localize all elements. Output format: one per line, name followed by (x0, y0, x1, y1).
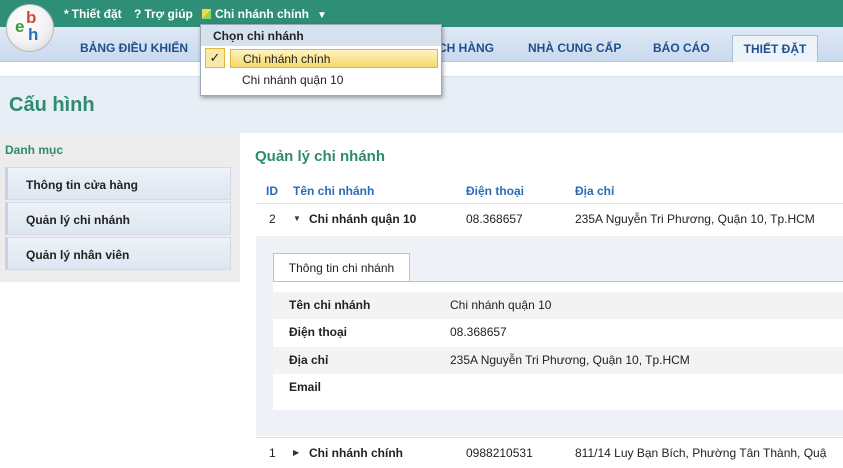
sidebar-item-staff[interactable]: Quản lý nhân viên (5, 237, 231, 270)
column-name[interactable]: Tên chi nhánh (293, 184, 374, 198)
sidebar-heading: Danh mục (5, 143, 64, 157)
detail-panel: Tên chi nhánh Chi nhánh quận 10 Điện tho… (273, 281, 843, 410)
detail-row: Địa chỉ 235A Nguyễn Tri Phương, Quận 10,… (273, 347, 843, 374)
detail-value: 08.368657 (450, 325, 507, 339)
sidebar-item-label: Quản lý nhân viên (26, 248, 130, 262)
row-id: 2 (269, 212, 276, 226)
detail-row: Điện thoại 08.368657 (273, 319, 843, 346)
help-link-label: Trợ giúp (144, 7, 193, 21)
page-title: Cấu hình (9, 94, 95, 116)
detail-value: Chi nhánh quận 10 (450, 298, 552, 312)
branch-dropdown: Chọn chi nhánh ✓ Chi nhánh chính Chi nhá… (200, 24, 442, 96)
sidebar-item-branches[interactable]: Quản lý chi nhánh (5, 202, 231, 235)
dropdown-option-district-10[interactable]: Chi nhánh quận 10 (242, 73, 343, 87)
top-bar: * Thiết đặt ? Trợ giúp Chi nhánh chính ▼ (0, 0, 843, 27)
branch-selector-label: Chi nhánh chính (215, 7, 309, 21)
branch-selector[interactable]: Chi nhánh chính ▼ (202, 7, 327, 21)
nav-reports[interactable]: BÁO CÁO (653, 41, 710, 55)
dropdown-heading: Chọn chi nhánh (213, 29, 304, 43)
expand-arrow-icon[interactable]: ▶ (293, 448, 299, 457)
dropdown-option-label: Chi nhánh chính (243, 52, 331, 66)
column-id[interactable]: ID (266, 184, 278, 198)
nav-suppliers[interactable]: NHÀ CUNG CẤP (528, 41, 621, 55)
branch-flag-icon (202, 9, 211, 19)
row-address: 811/14 Luy Bạn Bích, Phường Tân Thành, Q… (575, 446, 827, 460)
row-phone: 08.368657 (466, 212, 523, 226)
app-logo[interactable]: e b h (6, 4, 54, 52)
nav-settings[interactable]: THIẾT ĐẶT (732, 35, 818, 62)
chevron-down-icon: ▼ (317, 10, 327, 21)
collapse-arrow-icon[interactable]: ▼ (293, 214, 301, 223)
settings-link[interactable]: * Thiết đặt (64, 7, 122, 21)
detail-value: 235A Nguyễn Tri Phương, Quận 10, Tp.HCM (450, 353, 690, 367)
help-icon: ? (134, 7, 142, 21)
sidebar-item-label: Thông tin cửa hàng (26, 178, 139, 192)
nav-dashboard[interactable]: BẢNG ĐIỀU KHIỂN (80, 41, 188, 55)
table-row[interactable]: 2 ▼ Chi nhánh quận 10 08.368657 235A Ngu… (256, 204, 843, 237)
logo-letter-h: h (28, 25, 39, 44)
row-name: Chi nhánh quận 10 (309, 212, 417, 226)
settings-link-label: Thiết đặt (71, 7, 122, 21)
nav-customers[interactable]: CH HÀNG (438, 41, 494, 55)
star-icon: * (64, 7, 69, 21)
detail-row: Email (273, 374, 843, 401)
column-address[interactable]: Địa chỉ (575, 184, 614, 198)
logo-letter-b: b (26, 8, 37, 27)
row-detail: Thông tin chi nhánh Tên chi nhánh Chi nh… (256, 236, 843, 436)
sidebar-item-store-info[interactable]: Thông tin cửa hàng (5, 167, 231, 200)
detail-label: Email (289, 380, 322, 394)
sidebar-item-label: Quản lý chi nhánh (26, 213, 131, 227)
dropdown-header: Chọn chi nhánh (201, 25, 441, 46)
detail-label: Điện thoại (289, 325, 348, 339)
row-name: Chi nhánh chính (309, 446, 403, 460)
detail-row: Tên chi nhánh Chi nhánh quận 10 (273, 292, 843, 319)
section-title: Quản lý chi nhánh (255, 148, 386, 165)
sidebar: Danh mục Thông tin cửa hàng Quản lý chi … (0, 133, 240, 282)
table-row[interactable]: 1 ▶ Chi nhánh chính 0988210531 811/14 Lu… (256, 437, 843, 468)
dropdown-option-main-branch[interactable]: Chi nhánh chính (230, 49, 438, 68)
tab-branch-info[interactable]: Thông tin chi nhánh (273, 253, 410, 282)
detail-label: Địa chỉ (289, 353, 329, 367)
table-header: ID Tên chi nhánh Điện thoại Địa chỉ (256, 178, 843, 204)
check-icon: ✓ (205, 48, 225, 68)
logo-letter-e: e (15, 17, 25, 36)
row-phone: 0988210531 (466, 446, 533, 460)
help-link[interactable]: ? Trợ giúp (134, 7, 193, 21)
column-phone[interactable]: Điện thoại (466, 184, 524, 198)
detail-label: Tên chi nhánh (289, 298, 371, 312)
row-id: 1 (269, 446, 276, 460)
row-address: 235A Nguyễn Tri Phương, Quận 10, Tp.HCM (575, 212, 815, 226)
